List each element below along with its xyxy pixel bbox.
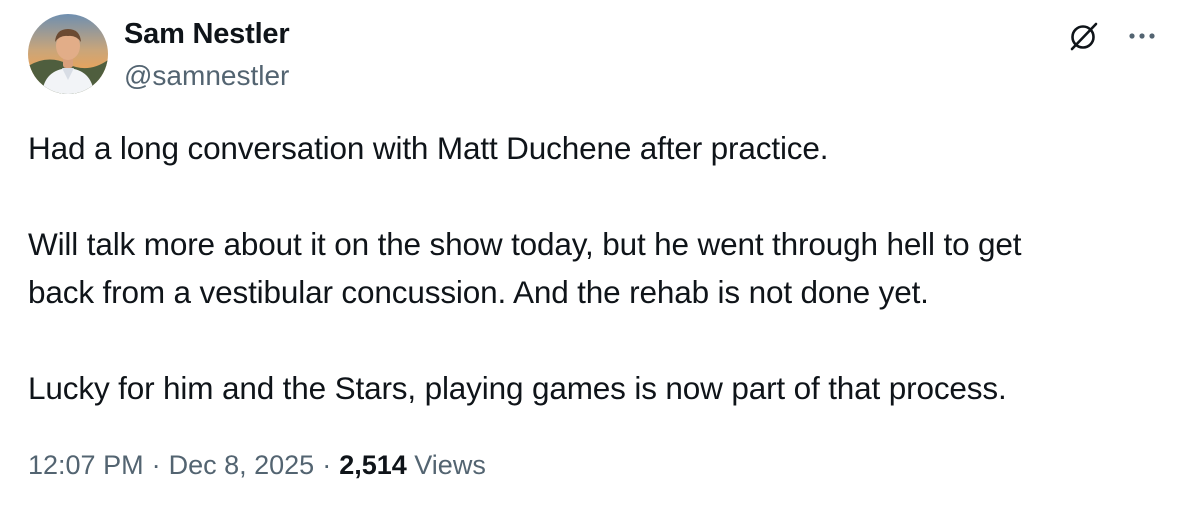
tweet-line: back from a vestibular concussion. And t… [28,274,929,310]
avatar[interactable] [28,14,108,94]
tweet-line: Had a long conversation with Matt Duchen… [28,130,829,166]
tweet-line: Will talk more about it on the show toda… [28,226,1022,262]
tweet-meta: 12:07 PM · Dec 8, 2025 · 2,514 Views [28,445,486,485]
tweet-top-actions [1064,16,1158,56]
tweet-date[interactable]: Dec 8, 2025 [169,450,315,480]
author-handle[interactable]: @samnestler [124,56,289,96]
grok-icon[interactable] [1064,16,1104,56]
views-label: Views [414,450,486,480]
tweet-time[interactable]: 12:07 PM [28,450,144,480]
profile-photo-icon [28,14,108,94]
meta-separator: · [151,450,161,480]
tweet-card: Sam Nestler @samnestler Had a long conve… [0,0,1178,506]
tweet-text: Had a long conversation with Matt Duchen… [28,124,1158,412]
more-horizontal-icon[interactable] [1126,16,1158,56]
author-display-name[interactable]: Sam Nestler [124,16,290,52]
views-count: 2,514 [339,450,407,480]
meta-separator: · [322,450,332,480]
tweet-line: Lucky for him and the Stars, playing gam… [28,370,1007,406]
author-info: Sam Nestler @samnestler [124,16,290,96]
